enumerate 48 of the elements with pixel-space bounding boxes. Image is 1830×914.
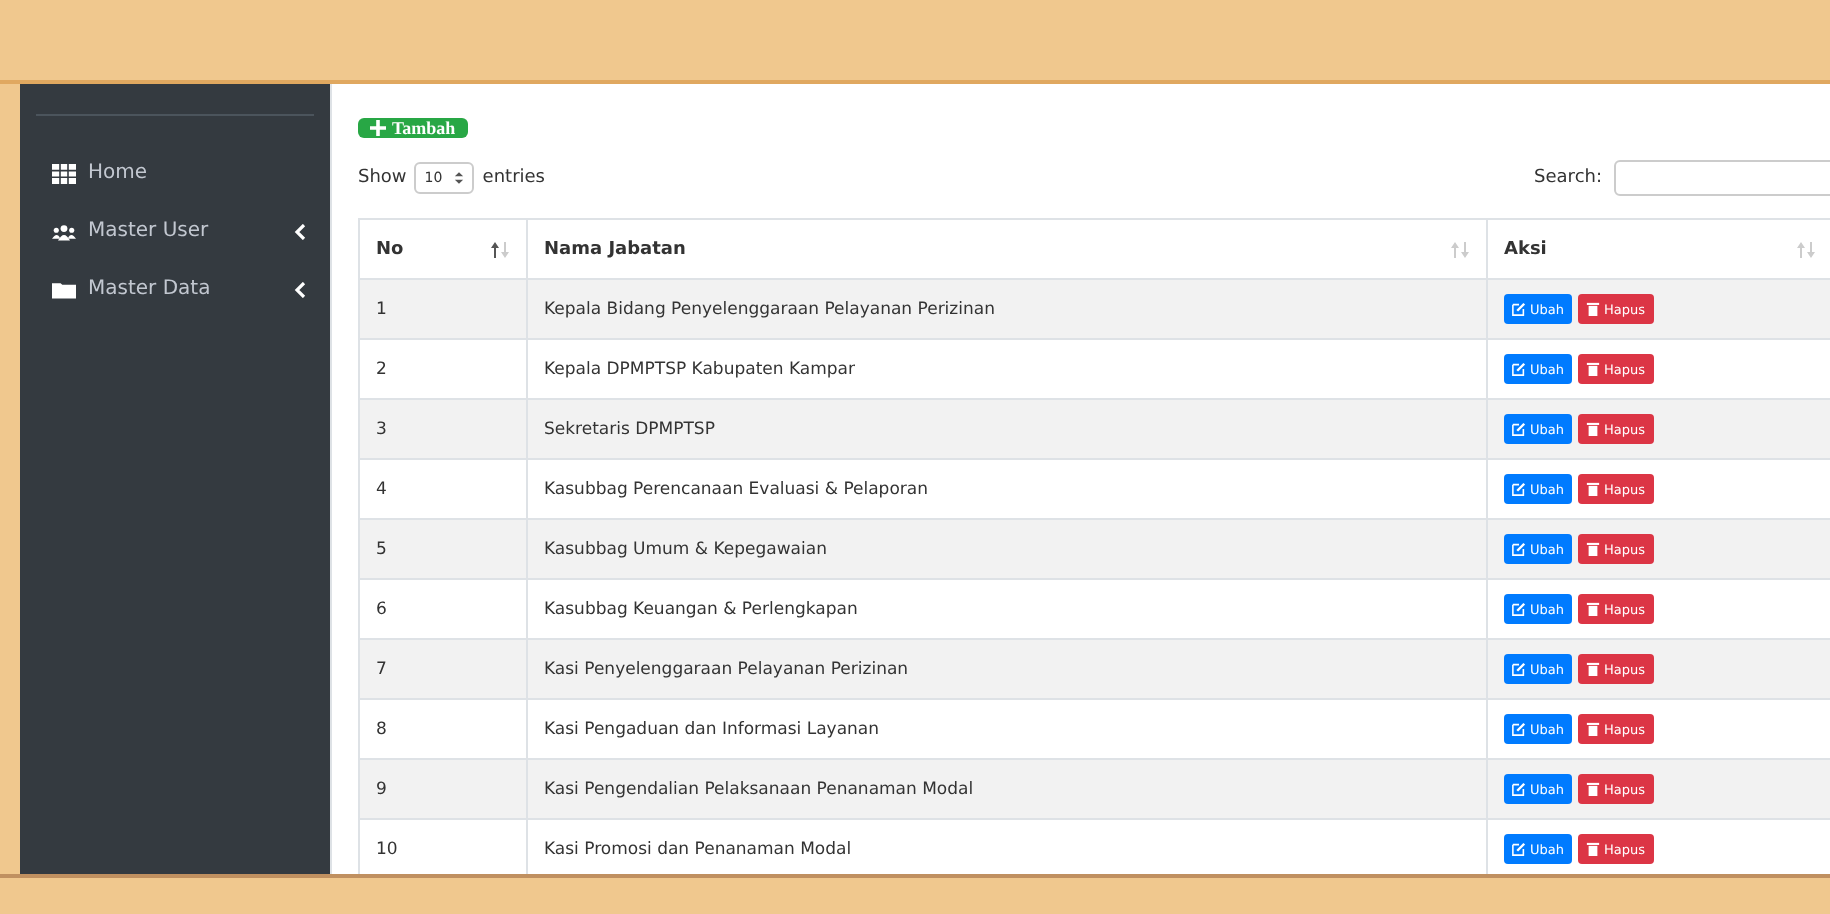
edit-icon — [1512, 482, 1526, 496]
grid-icon — [52, 163, 76, 183]
add-button[interactable]: Tambah — [358, 118, 468, 138]
trash-icon — [1586, 602, 1600, 616]
trash-icon — [1586, 842, 1600, 856]
table-cell: Kasubbag Umum & Kepegawaian — [527, 519, 1487, 579]
column-header[interactable]: Nama Jabatan — [527, 219, 1487, 279]
sidebar-item[interactable]: Home — [20, 144, 330, 202]
trash-icon — [1586, 782, 1600, 796]
search-label: Search: — [1534, 168, 1602, 188]
table-cell: 7 — [359, 639, 527, 699]
trash-icon — [1586, 542, 1600, 556]
table-cell: Kepala Bidang Penyelenggaraan Pelayanan Perizinan — [527, 279, 1487, 339]
plus-icon — [370, 120, 386, 136]
edit-icon — [1512, 602, 1526, 616]
table-cell: 3 — [359, 399, 527, 459]
edit-icon — [1512, 662, 1526, 676]
folder-icon — [52, 279, 76, 299]
edit-icon — [1512, 302, 1526, 316]
table-cell: Kasi Penyelenggaraan Pelayanan Perizinan — [527, 639, 1487, 699]
sidebar-item[interactable]: Master Data — [20, 260, 330, 318]
table-cell: 5 — [359, 519, 527, 579]
sidebar-item[interactable]: Master User — [20, 202, 330, 260]
entries-label: entries — [482, 168, 545, 188]
table-cell: Sekretaris DPMPTSP — [527, 399, 1487, 459]
trash-icon — [1586, 482, 1600, 496]
table-cell: Kasi Pengendalian Pelaksanaan Penanaman Modal — [527, 759, 1487, 819]
sort-icon — [1450, 242, 1470, 258]
table-cell: 9 — [359, 759, 527, 819]
search-field[interactable] — [1614, 160, 1830, 196]
sort-icon — [490, 242, 510, 258]
column-header[interactable]: No — [359, 219, 527, 279]
show-label: Show — [358, 168, 407, 188]
trash-icon — [1586, 722, 1600, 736]
trash-icon — [1586, 362, 1600, 376]
users-icon — [52, 221, 76, 241]
edit-icon — [1512, 422, 1526, 436]
sort-arrows-icon — [454, 170, 465, 186]
edit-icon — [1512, 722, 1526, 736]
edit-icon — [1512, 362, 1526, 376]
trash-icon — [1586, 422, 1600, 436]
trash-icon — [1586, 662, 1600, 676]
edit-icon — [1512, 842, 1526, 856]
sort-icon — [1796, 242, 1816, 258]
table-cell: 1 — [359, 279, 527, 339]
edit-icon — [1512, 542, 1526, 556]
edit-icon — [1512, 782, 1526, 796]
trash-icon — [1586, 302, 1600, 316]
